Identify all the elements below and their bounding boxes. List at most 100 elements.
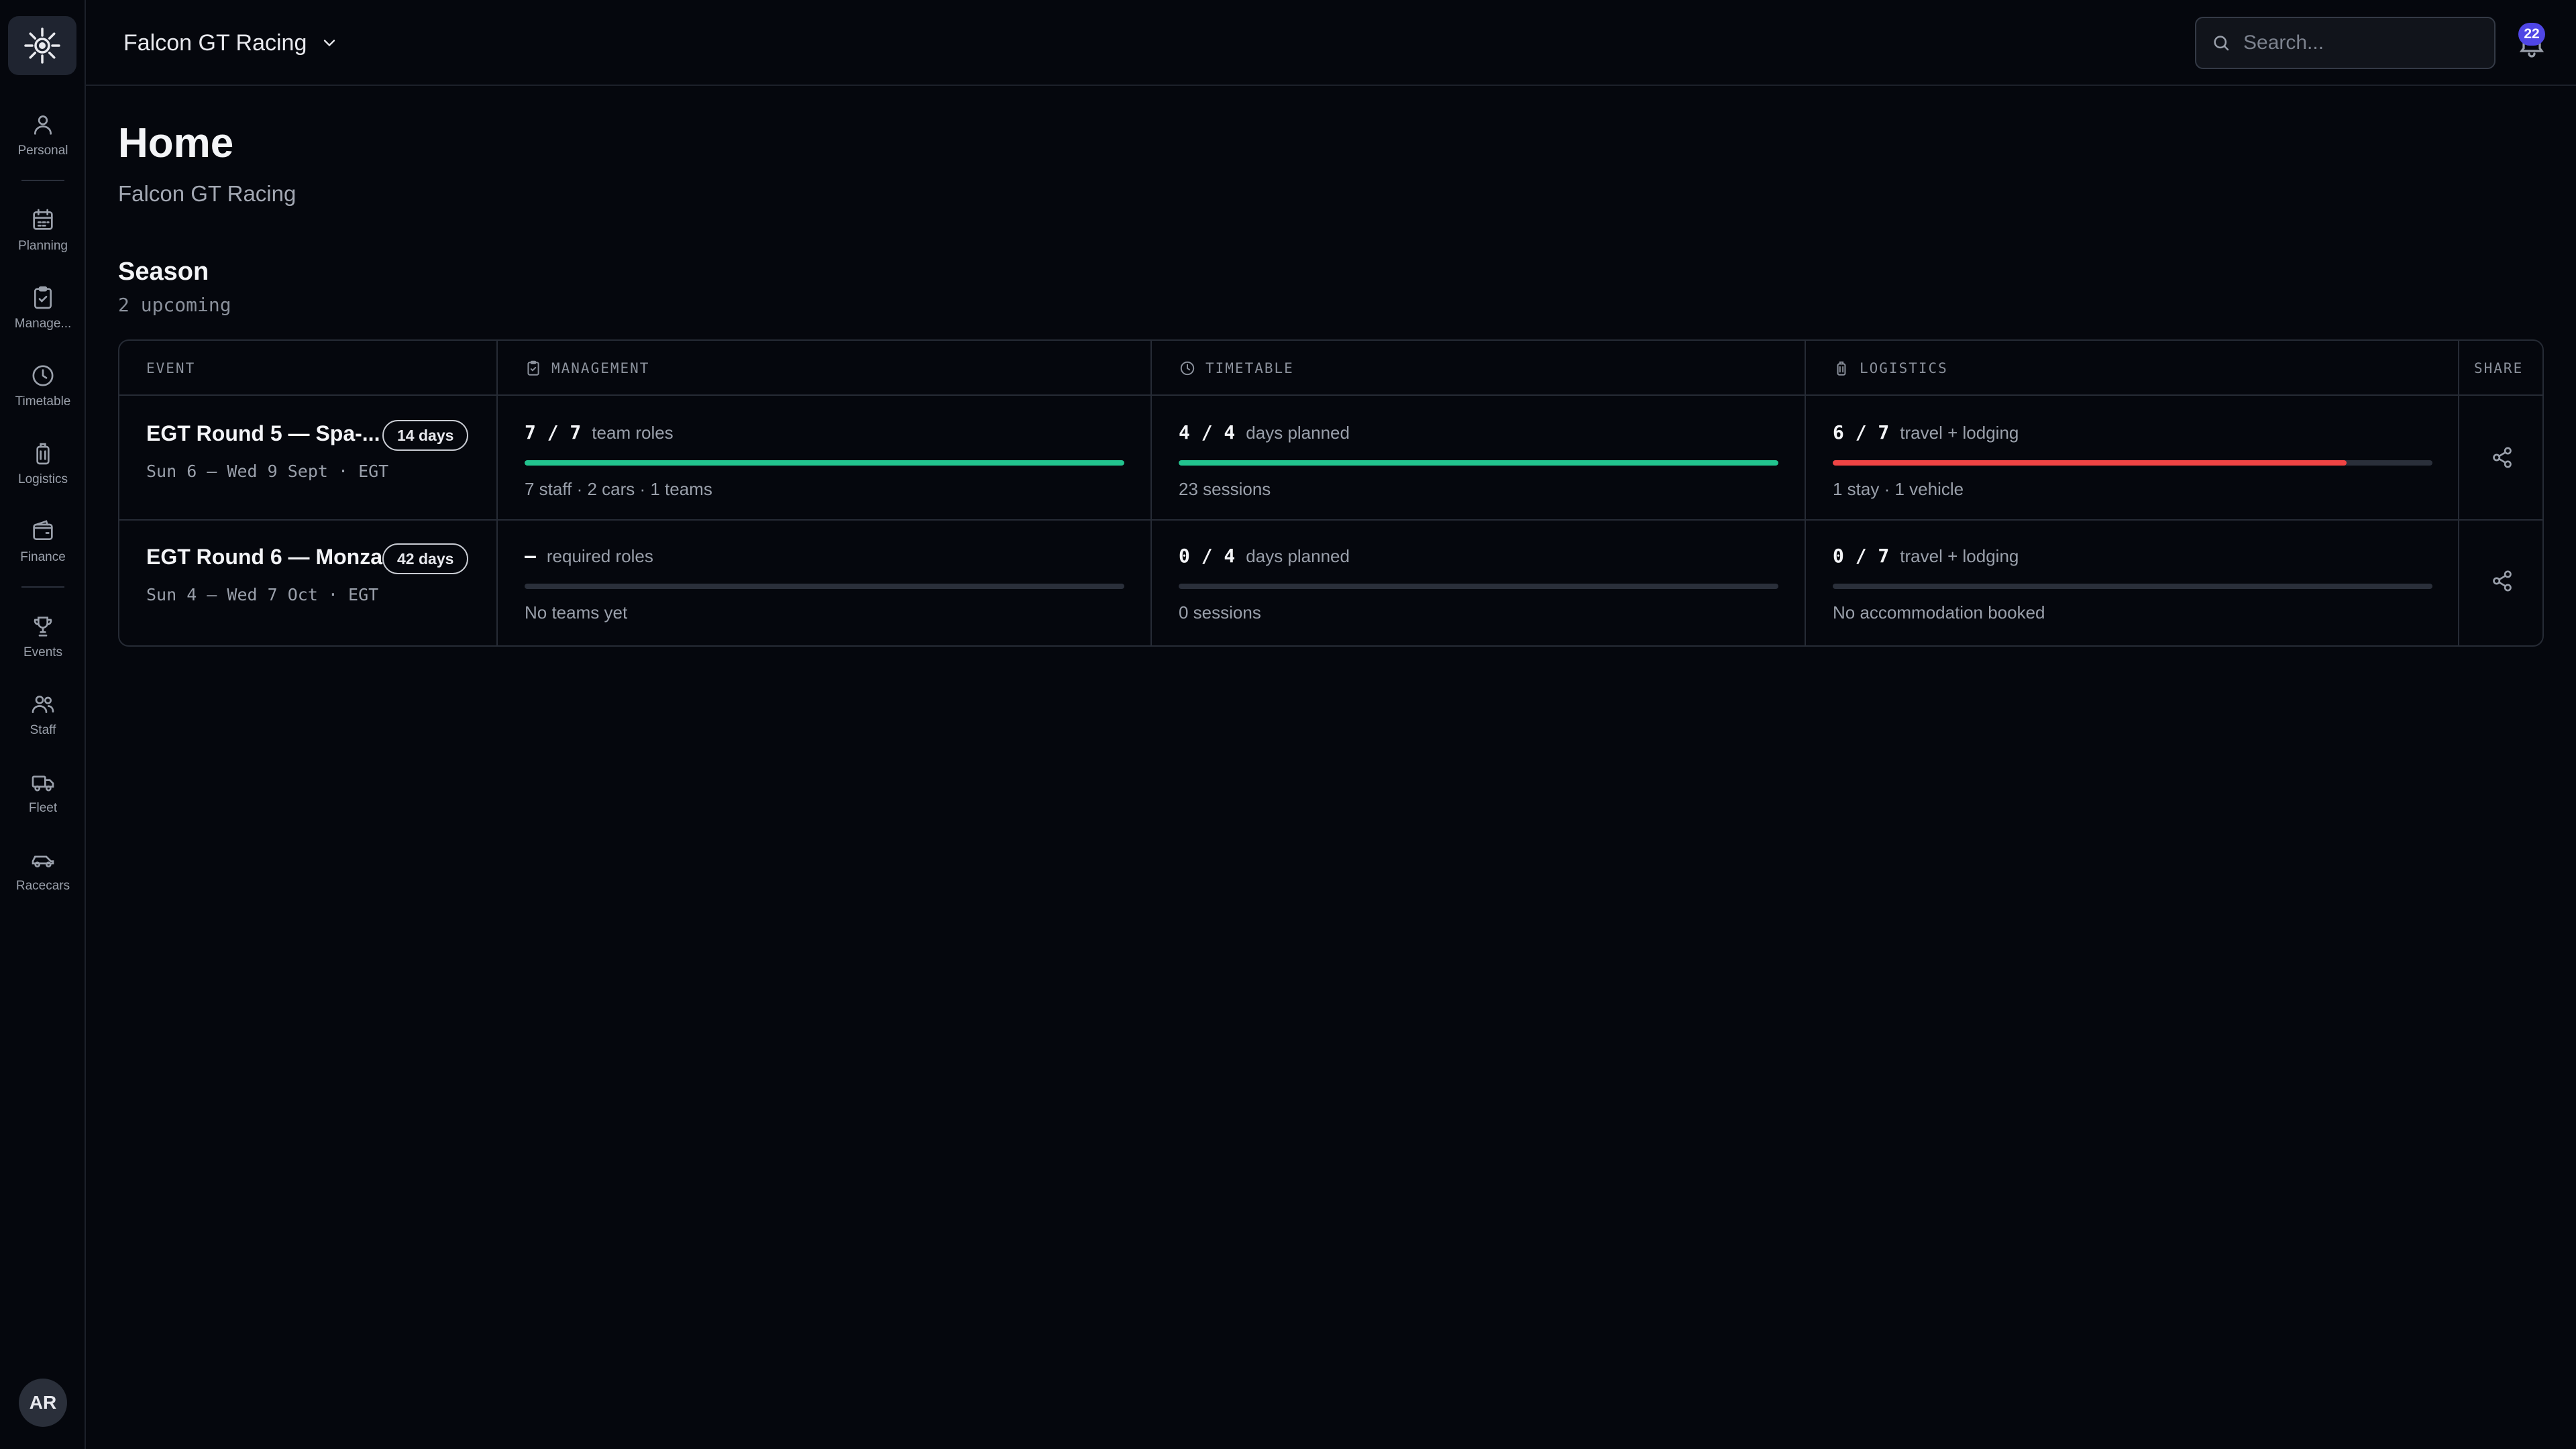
- event-name[interactable]: EGT Round 5 — Spa-...: [146, 421, 380, 446]
- sidebar-item-fleet[interactable]: Fleet: [0, 769, 86, 816]
- clipboard-check-icon: [527, 360, 539, 376]
- notification-badge: 22: [2518, 23, 2545, 46]
- logistics-progress-bar: [1833, 584, 2432, 589]
- clock-icon: [32, 365, 54, 386]
- sidebar-item-personal[interactable]: Personal: [0, 111, 86, 158]
- metric-value: 0 / 4: [1179, 545, 1236, 567]
- metric-unit: days planned: [1246, 423, 1350, 443]
- sidebar-item-label: Events: [23, 645, 63, 659]
- person-icon: [34, 115, 52, 135]
- table-header: EVENT MANAGEMENT TIMETABLE LOGISTICS SHA…: [119, 341, 2542, 396]
- sidebar-divider: [21, 586, 64, 588]
- sidebar: Personal Planning Manage... Timetable Lo…: [0, 0, 86, 1449]
- sidebar-item-label: Logistics: [18, 472, 68, 486]
- page-title: Home: [118, 120, 234, 166]
- sidebar-item-label: Racecars: [15, 879, 70, 893]
- timetable-note: 23 sessions: [1179, 479, 1271, 499]
- search-placeholder: Search...: [2243, 32, 2324, 54]
- column-header-logistics: LOGISTICS: [1833, 341, 1948, 396]
- table-row[interactable]: EGT Round 5 — Spa-... 14 days Sun 6 – We…: [119, 397, 2542, 519]
- event-dates: Sun 4 – Wed 7 Oct · EGT: [146, 585, 379, 604]
- sidebar-item-planning[interactable]: Planning: [0, 207, 86, 254]
- management-progress-bar: [525, 584, 1124, 589]
- timetable-progress-bar: [1179, 460, 1778, 466]
- metric-unit: travel + lodging: [1900, 423, 2019, 443]
- wallet-icon: [33, 520, 53, 540]
- metric-unit: team roles: [592, 423, 674, 443]
- column-header-timetable: TIMETABLE: [1179, 341, 1294, 396]
- logo-icon: [24, 28, 60, 64]
- page-subtitle: Falcon GT Racing: [118, 181, 297, 206]
- sidebar-item-timetable[interactable]: Timetable: [0, 362, 86, 409]
- column-header-management: MANAGEMENT: [525, 341, 649, 396]
- days-until-badge: 42 days: [382, 543, 469, 574]
- search-icon: [2214, 36, 2229, 51]
- progress-fill: [1833, 460, 2347, 466]
- trophy-icon: [34, 616, 52, 637]
- progress-fill: [525, 460, 1124, 466]
- management-metric: – required roles: [525, 545, 653, 567]
- sidebar-item-label: Finance: [20, 550, 66, 564]
- timetable-note: 0 sessions: [1179, 602, 1261, 623]
- sidebar-item-label: Personal: [17, 144, 68, 158]
- sidebar-item-staff[interactable]: Staff: [0, 691, 86, 738]
- metric-unit: days planned: [1246, 546, 1350, 566]
- sidebar-divider: [21, 180, 64, 181]
- avatar[interactable]: AR: [19, 1379, 67, 1427]
- management-progress-bar: [525, 460, 1124, 466]
- share-icon[interactable]: [2489, 444, 2516, 471]
- logistics-progress-bar: [1833, 460, 2432, 466]
- season-subtitle: 2 upcoming: [118, 294, 231, 316]
- column-header-event: EVENT: [146, 360, 196, 376]
- timetable-progress-bar: [1179, 584, 1778, 589]
- luggage-icon: [36, 443, 50, 465]
- days-until-badge: 14 days: [382, 420, 469, 451]
- truck-icon: [32, 775, 54, 792]
- metric-unit: required roles: [546, 546, 653, 566]
- clipboard-check-icon: [34, 286, 52, 309]
- sidebar-item-label: Planning: [18, 239, 68, 253]
- season-title: Season: [118, 258, 209, 286]
- logistics-note: No accommodation booked: [1833, 602, 2045, 623]
- metric-value: 0 / 7: [1833, 545, 1890, 567]
- management-note: No teams yet: [525, 602, 628, 623]
- chevron-down-icon: [324, 40, 335, 47]
- sidebar-item-logistics[interactable]: Logistics: [0, 440, 86, 487]
- search-input[interactable]: Search...: [2195, 17, 2496, 69]
- car-icon: [32, 855, 54, 867]
- metric-value: 4 / 4: [1179, 421, 1236, 443]
- season-table: EVENT MANAGEMENT TIMETABLE LOGISTICS SHA…: [118, 339, 2544, 647]
- timetable-metric: 0 / 4 days planned: [1179, 545, 1350, 567]
- progress-fill: [1179, 460, 1778, 466]
- column-header-share: SHARE: [2474, 360, 2524, 376]
- logistics-note: 1 stay · 1 vehicle: [1833, 479, 1964, 499]
- logistics-metric: 0 / 7 travel + lodging: [1833, 545, 2019, 567]
- sidebar-item-label: Fleet: [28, 801, 58, 815]
- share-icon[interactable]: [2489, 568, 2516, 594]
- sidebar-item-events[interactable]: Events: [0, 613, 86, 660]
- top-bar: Falcon GT Racing Search... 22: [86, 0, 2576, 86]
- table-row[interactable]: EGT Round 6 — Monza 42 days Sun 4 – Wed …: [119, 521, 2542, 645]
- team-name: Falcon GT Racing: [123, 30, 307, 56]
- sidebar-item-finance[interactable]: Finance: [0, 518, 86, 565]
- metric-value: 7 / 7: [525, 421, 582, 443]
- sidebar-item-racecars[interactable]: Racecars: [0, 847, 86, 894]
- calendar-icon: [33, 209, 53, 230]
- sidebar-item-label: Manage...: [14, 317, 72, 331]
- team-switcher[interactable]: Falcon GT Racing: [123, 27, 339, 59]
- sidebar-item-management[interactable]: Manage...: [0, 284, 86, 331]
- timetable-metric: 4 / 4 days planned: [1179, 421, 1350, 443]
- management-note: 7 staff · 2 cars · 1 teams: [525, 479, 712, 499]
- management-metric: 7 / 7 team roles: [525, 421, 674, 443]
- metric-value: 6 / 7: [1833, 421, 1890, 443]
- users-icon: [32, 696, 54, 713]
- clock-icon: [1180, 361, 1195, 376]
- sidebar-item-label: Staff: [30, 723, 56, 737]
- metric-unit: travel + lodging: [1900, 546, 2019, 566]
- metric-value: –: [525, 545, 536, 567]
- logistics-metric: 6 / 7 travel + lodging: [1833, 421, 2019, 443]
- event-name[interactable]: EGT Round 6 — Monza: [146, 545, 382, 570]
- event-dates: Sun 6 – Wed 9 Sept · EGT: [146, 462, 389, 481]
- luggage-icon: [1837, 361, 1846, 376]
- app-logo[interactable]: [8, 16, 76, 75]
